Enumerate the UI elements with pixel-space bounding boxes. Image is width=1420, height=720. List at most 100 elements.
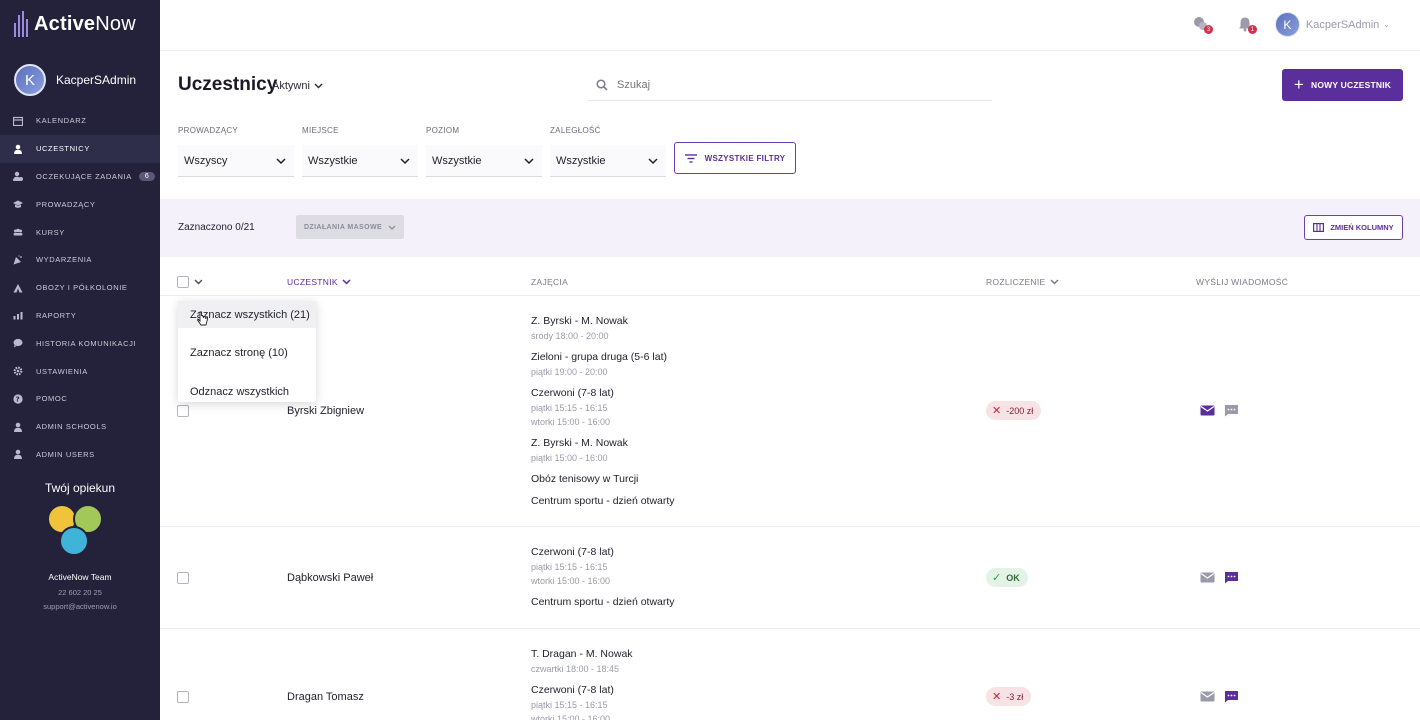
sidebar-item-uczestnicy[interactable]: UCZESTNICY <box>0 134 160 163</box>
deselect-all-option[interactable]: Odznacz wszystkich <box>178 375 316 408</box>
class-name[interactable]: Zieloni - grupa druga (5-6 lat) <box>531 350 675 365</box>
team-member-avatar <box>59 526 89 556</box>
logo-text-active: Active <box>34 12 96 35</box>
billing-value: -3 zł <box>1006 691 1024 702</box>
close-icon: ✕ <box>992 691 1002 703</box>
search-input[interactable] <box>617 79 957 91</box>
table-row[interactable]: Byrski Zbigniew Z. Byrski - M. Nowak śro… <box>160 297 1420 527</box>
sidebar-item-label: KALENDARZ <box>36 116 87 126</box>
sidebar-item-ustawienia[interactable]: USTAWIENIA <box>0 357 160 385</box>
team-phone[interactable]: 22 602 20 25 <box>0 588 160 597</box>
filter-value: Wszystkie <box>308 154 358 167</box>
pending-tasks-badge: 6 <box>138 171 156 181</box>
class-time: wtorki 15:00 - 16:00 <box>531 714 611 720</box>
class-name[interactable]: T. Dragan - M. Nowak <box>531 647 633 662</box>
all-filters-button[interactable]: WSZYSTKIE FILTRY <box>674 142 796 174</box>
table-row[interactable]: Dragan Tomasz T. Dragan - M. Nowak czwar… <box>160 629 1420 720</box>
class-name[interactable]: Z. Byrski - M. Nowak <box>531 436 675 451</box>
class-name[interactable]: Czerwoni (7-8 lat) <box>531 545 675 560</box>
row-checkbox[interactable] <box>177 691 189 703</box>
sidebar-item-historia-komunikacji[interactable]: HISTORIA KOMUNIKACJI <box>0 329 160 357</box>
class-name[interactable]: Czerwoni (7-8 lat) <box>531 683 633 698</box>
columns-icon <box>1313 223 1325 232</box>
tent-icon <box>13 283 23 293</box>
sidebar-item-prowadzacy[interactable]: PROWADZĄCY <box>0 190 160 218</box>
filter-zaleglosc: ZALEGŁOŚĆ Wszystkie <box>550 126 666 177</box>
sidebar-item-label: WYDARZENIA <box>36 255 93 265</box>
status-filter-value: Aktywni <box>272 80 310 92</box>
select-all-checkbox[interactable] <box>177 276 189 288</box>
class-entry: Obóz tenisowy w Turcji <box>531 472 675 487</box>
chart-icon <box>13 310 23 320</box>
billing-badge[interactable]: ✕ -3 zł <box>986 687 1032 706</box>
class-entry: Zieloni - grupa druga (5-6 lat) piątki 1… <box>531 350 675 379</box>
select-page-option[interactable]: Zaznacz stronę (10) <box>178 336 316 369</box>
sms-icon[interactable] <box>1224 690 1239 703</box>
change-columns-button[interactable]: ZMIEŃ KOLUMNY <box>1304 215 1403 240</box>
all-filters-label: WSZYSTKIE FILTRY <box>704 153 786 163</box>
sidebar-item-kalendarz[interactable]: KALENDARZ <box>0 107 160 135</box>
class-name[interactable]: Centrum sportu - dzień otwarty <box>531 595 675 610</box>
participant-name[interactable]: Dragan Tomasz <box>287 691 364 703</box>
chevron-down-icon <box>388 225 396 230</box>
filter-zaleglosc-select[interactable]: Wszystkie <box>550 145 666 177</box>
sidebar-item-obozy[interactable]: OBOZY I PÓŁKOLONIE <box>0 274 160 302</box>
filter-label: ZALEGŁOŚĆ <box>550 126 601 135</box>
sidebar-item-kursy[interactable]: KURSY <box>0 218 160 246</box>
chevron-down-icon[interactable] <box>194 279 203 285</box>
page-title: Uczestnicy <box>178 74 278 95</box>
sidebar-item-pomoc[interactable]: ? POMOC <box>0 385 160 413</box>
user-icon <box>13 422 23 432</box>
billing-badge[interactable]: ✓ OK <box>986 568 1028 587</box>
top-user-menu[interactable]: K KacperSAdmin ⌄ <box>1274 12 1390 37</box>
user-clock-icon <box>13 171 23 182</box>
column-header-participant[interactable]: UCZESTNIK <box>287 277 351 287</box>
team-email[interactable]: support@activenow.io <box>0 602 160 611</box>
mail-icon[interactable] <box>1200 404 1215 417</box>
column-header-label: ZAJĘCIA <box>531 277 569 287</box>
sms-icon[interactable] <box>1224 571 1239 584</box>
filter-miejsce-select[interactable]: Wszystkie <box>302 145 418 177</box>
sms-icon[interactable] <box>1224 404 1239 417</box>
filter-prowadzacy-select[interactable]: Wszyscy <box>178 145 294 177</box>
app-logo[interactable]: ActiveNow <box>14 10 136 38</box>
billing-badge[interactable]: ✕ -200 zł <box>986 401 1042 420</box>
row-checkbox[interactable] <box>177 572 189 584</box>
bulk-actions-bar: Zaznaczono 0/21 DZIAŁANIA MASOWE ZMIEŃ K… <box>160 199 1420 257</box>
selected-count: Zaznaczono 0/21 <box>178 222 255 233</box>
table-row[interactable]: Dąbkowski Paweł Czerwoni (7-8 lat) piątk… <box>160 527 1420 629</box>
class-entry: Czerwoni (7-8 lat) piątki 15:15 - 16:15 … <box>531 386 675 429</box>
sidebar-item-wydarzenia[interactable]: WYDARZENIA <box>0 246 160 274</box>
sidebar-item-admin-schools[interactable]: ADMIN SCHOOLS <box>0 413 160 441</box>
mass-actions-button[interactable]: DZIAŁANIA MASOWE <box>296 215 404 239</box>
sidebar-item-raporty[interactable]: RAPORTY <box>0 302 160 330</box>
class-entry: Czerwoni (7-8 lat) piątki 15:15 - 16:15 … <box>531 545 675 588</box>
sidebar-user[interactable]: K KacperSAdmin <box>14 64 136 96</box>
class-name[interactable]: Czerwoni (7-8 lat) <box>531 386 675 401</box>
participant-name[interactable]: Dąbkowski Paweł <box>287 572 373 584</box>
select-all-control[interactable] <box>177 276 203 288</box>
table-header: UCZESTNIK ZAJĘCIA ROZLICZENIE WYŚLIJ WIA… <box>160 268 1420 296</box>
sidebar-item-admin-users[interactable]: ADMIN USERS <box>0 441 160 469</box>
chat-notifications-icon[interactable]: 3 <box>1193 16 1213 34</box>
gear-icon <box>13 366 23 376</box>
avatar: K <box>1274 12 1300 37</box>
mail-icon[interactable] <box>1200 690 1215 703</box>
class-name[interactable]: Z. Byrski - M. Nowak <box>531 314 675 329</box>
sort-chevron-icon <box>1049 279 1059 285</box>
mouse-cursor-icon <box>197 311 208 326</box>
sidebar-item-oczekujace-zadania[interactable]: OCZEKUJĄCE ZADANIA 6 <box>0 163 160 191</box>
chevron-down-icon: ⌄ <box>1383 20 1390 29</box>
class-name[interactable]: Centrum sportu - dzień otwarty <box>531 494 675 509</box>
bell-icon[interactable]: 1 <box>1237 16 1257 34</box>
logo-bars-icon <box>14 11 28 37</box>
column-header-billing[interactable]: ROZLICZENIE <box>986 277 1059 287</box>
filter-poziom-select[interactable]: Wszystkie <box>426 145 542 177</box>
party-icon <box>13 255 23 265</box>
class-entry: Centrum sportu - dzień otwarty <box>531 595 675 610</box>
mail-icon[interactable] <box>1200 571 1215 584</box>
new-participant-button[interactable]: + NOWY UCZESTNIK <box>1282 69 1403 101</box>
column-header-label: WYŚLIJ WIADOMOŚĆ <box>1196 277 1289 287</box>
class-name[interactable]: Obóz tenisowy w Turcji <box>531 472 675 487</box>
status-filter-dropdown[interactable]: Aktywni <box>272 80 323 92</box>
